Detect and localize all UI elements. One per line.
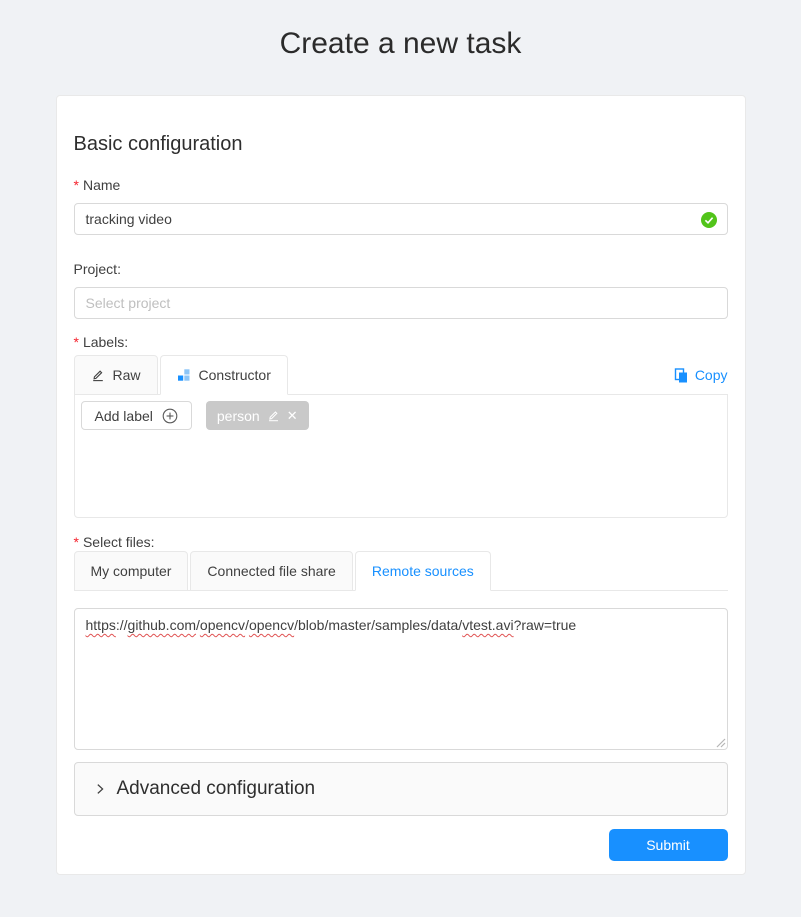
name-input[interactable]: tracking video <box>74 203 728 235</box>
tab-raw-label: Raw <box>113 367 141 383</box>
label-tag-person[interactable]: person ✕ <box>206 401 309 430</box>
check-circle-icon <box>701 212 717 228</box>
url-segment: github.com <box>128 617 196 633</box>
project-label: Project: <box>74 260 728 278</box>
tab-my-computer[interactable]: My computer <box>74 551 189 591</box>
required-asterisk: * <box>74 534 79 550</box>
required-asterisk: * <box>74 177 79 193</box>
tab-remote-sources[interactable]: Remote sources <box>355 551 491 591</box>
advanced-configuration-title: Advanced configuration <box>117 778 316 800</box>
name-label-text: Name <box>83 177 120 193</box>
select-files-label-text: Select files: <box>83 534 155 550</box>
submit-row: Submit <box>74 829 728 861</box>
url-segment: ?raw=true <box>514 617 577 633</box>
plus-circle-icon <box>162 408 178 424</box>
labels-label: *Labels: <box>74 333 728 351</box>
labels-tabs: Raw Constructor Copy <box>74 355 728 395</box>
required-asterisk: * <box>74 334 79 350</box>
add-label-button-text: Add label <box>95 408 153 424</box>
remote-sources-textarea[interactable]: https://github.com/opencv/opencv/blob/ma… <box>74 608 728 750</box>
url-segment: vtest.avi <box>462 617 513 633</box>
url-segment: opencv <box>249 617 294 633</box>
tab-constructor[interactable]: Constructor <box>160 355 288 395</box>
page-title: Create a new task <box>0 0 801 64</box>
file-source-tabs: My computer Connected file share Remote … <box>74 551 728 591</box>
submit-button[interactable]: Submit <box>609 829 728 861</box>
project-select-placeholder: Select project <box>86 295 171 311</box>
url-segment: :// <box>116 617 128 633</box>
copy-label: Copy <box>695 367 728 383</box>
remote-url-text: https://github.com/opencv/opencv/blob/ma… <box>86 614 716 636</box>
url-segment: https <box>86 617 116 633</box>
build-icon <box>177 368 191 382</box>
advanced-configuration-collapse[interactable]: Advanced configuration <box>74 762 728 816</box>
name-input-value: tracking video <box>86 211 172 227</box>
basic-configuration-heading: Basic configuration <box>74 132 728 156</box>
create-task-card: Basic configuration *Name tracking video… <box>56 95 746 875</box>
tab-my-computer-label: My computer <box>91 563 172 579</box>
labels-constructor-panel: Add label person ✕ <box>74 394 728 518</box>
tab-connected-file-share[interactable]: Connected file share <box>190 551 352 591</box>
chevron-right-icon <box>93 782 107 796</box>
resize-grip-icon[interactable] <box>714 736 726 748</box>
labels-label-text: Labels: <box>83 334 128 350</box>
label-tag-name: person <box>217 408 260 424</box>
project-select[interactable]: Select project <box>74 287 728 319</box>
name-label: *Name <box>74 176 728 194</box>
edit-icon[interactable] <box>267 409 280 422</box>
copy-icon <box>674 368 688 383</box>
tab-remote-sources-label: Remote sources <box>372 563 474 579</box>
url-segment: /blob/master/samples/data/ <box>294 617 462 633</box>
copy-labels-button[interactable]: Copy <box>674 367 728 383</box>
tab-connected-file-share-label: Connected file share <box>207 563 335 579</box>
tab-raw[interactable]: Raw <box>74 355 158 395</box>
url-segment: opencv <box>200 617 245 633</box>
add-label-button[interactable]: Add label <box>81 401 192 430</box>
tab-constructor-label: Constructor <box>199 367 271 383</box>
close-icon[interactable]: ✕ <box>287 408 298 424</box>
edit-icon <box>91 368 105 382</box>
select-files-label: *Select files: <box>74 533 728 551</box>
